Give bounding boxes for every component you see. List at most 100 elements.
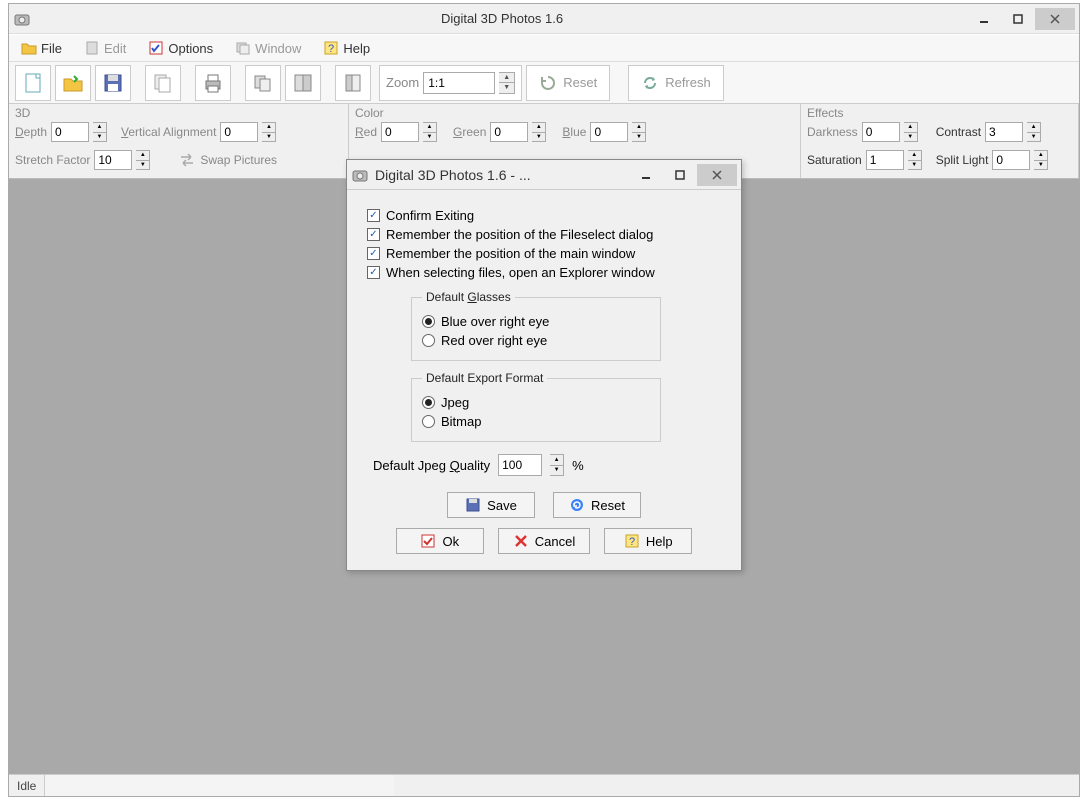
minimize-button[interactable]: [967, 8, 1001, 30]
titlebar: Digital 3D Photos 1.6: [9, 4, 1079, 34]
dialog-cancel-button[interactable]: Cancel: [498, 528, 590, 554]
chk-remember-mainwindow[interactable]: ✓: [367, 247, 380, 260]
contrast-input[interactable]: [985, 122, 1023, 142]
chk-explorer-label: When selecting files, open an Explorer w…: [386, 265, 655, 280]
dialog-minimize-button[interactable]: [629, 164, 663, 186]
split-input[interactable]: [992, 150, 1030, 170]
radio-jpeg-label: Jpeg: [441, 395, 469, 410]
blue-input[interactable]: [590, 122, 628, 142]
reset-icon: [569, 497, 585, 513]
panel-effects: Effects Darkness ▲▼ Contrast ▲▼ Saturati…: [801, 104, 1079, 178]
depth-label: Depth: [15, 125, 47, 139]
zoom-input[interactable]: [423, 72, 495, 94]
menu-edit-label: Edit: [104, 41, 126, 56]
menu-file[interactable]: File: [17, 38, 66, 58]
reset-button[interactable]: Reset: [526, 65, 610, 101]
open-button[interactable]: [55, 65, 91, 101]
zoom-label: Zoom: [386, 75, 419, 90]
fieldset-export: Default Export Format Jpeg Bitmap: [411, 371, 661, 442]
print-button[interactable]: [195, 65, 231, 101]
blue-label: Blue: [562, 125, 586, 139]
maximize-button[interactable]: [1001, 8, 1035, 30]
green-label: Green: [453, 125, 486, 139]
glasses-legend: Default Glasses: [422, 290, 515, 304]
darkness-label: Darkness: [807, 125, 858, 139]
valign-input[interactable]: [220, 122, 258, 142]
help-icon: ?: [624, 533, 640, 549]
saturation-input[interactable]: [866, 150, 904, 170]
depth-spinner[interactable]: ▲▼: [93, 122, 107, 142]
saturation-label: Saturation: [807, 153, 862, 167]
dialog-save-label: Save: [487, 498, 517, 513]
dialog-maximize-button[interactable]: [663, 164, 697, 186]
split-button[interactable]: [285, 65, 321, 101]
radio-red-right[interactable]: [422, 334, 435, 347]
dialog-ok-button[interactable]: Ok: [396, 528, 484, 554]
copy-button[interactable]: [145, 65, 181, 101]
new-button[interactable]: [15, 65, 51, 101]
reset-icon: [539, 74, 557, 92]
folder-icon: [21, 40, 37, 56]
chk-remember-fileselect[interactable]: ✓: [367, 228, 380, 241]
reset-label: Reset: [563, 75, 597, 90]
view-button[interactable]: [335, 65, 371, 101]
dialog-close-button[interactable]: [697, 164, 737, 186]
tile-button[interactable]: [245, 65, 281, 101]
menubar: File Edit Options Window ? Help: [9, 34, 1079, 62]
stretch-spinner[interactable]: ▲▼: [136, 150, 150, 170]
radio-blue-label: Blue over right eye: [441, 314, 549, 329]
help-icon: ?: [323, 40, 339, 56]
menu-options-label: Options: [168, 41, 213, 56]
jpeg-quality-input[interactable]: [498, 454, 542, 476]
red-input[interactable]: [381, 122, 419, 142]
radio-blue-right[interactable]: [422, 315, 435, 328]
toolbar: Zoom ▲▼ Reset Refresh: [9, 62, 1079, 104]
saturation-spinner[interactable]: ▲▼: [908, 150, 922, 170]
green-input[interactable]: [490, 122, 528, 142]
valign-spinner[interactable]: ▲▼: [262, 122, 276, 142]
chk-open-explorer[interactable]: ✓: [367, 266, 380, 279]
fieldset-glasses: Default Glasses Blue over right eye Red …: [411, 290, 661, 361]
window-title: Digital 3D Photos 1.6: [37, 11, 967, 26]
dialog-reset-button[interactable]: Reset: [553, 492, 641, 518]
split-spinner[interactable]: ▲▼: [1034, 150, 1048, 170]
dialog-save-button[interactable]: Save: [447, 492, 535, 518]
radio-bitmap[interactable]: [422, 415, 435, 428]
menu-window-label: Window: [255, 41, 301, 56]
dialog-help-button[interactable]: ? Help: [604, 528, 692, 554]
jpeg-quality-spinner[interactable]: ▲▼: [550, 454, 564, 476]
darkness-input[interactable]: [862, 122, 900, 142]
menu-options[interactable]: Options: [144, 38, 217, 58]
swap-button[interactable]: Swap Pictures: [200, 153, 277, 167]
zoom-group: Zoom ▲▼: [379, 65, 522, 101]
zoom-spinner[interactable]: ▲▼: [499, 72, 515, 94]
radio-red-label: Red over right eye: [441, 333, 547, 348]
close-button[interactable]: [1035, 8, 1075, 30]
menu-help[interactable]: ? Help: [319, 38, 374, 58]
contrast-spinner[interactable]: ▲▼: [1027, 122, 1041, 142]
options-dialog: Digital 3D Photos 1.6 - ... ✓ Confirm Ex…: [346, 159, 742, 571]
save-button[interactable]: [95, 65, 131, 101]
menu-window[interactable]: Window: [231, 38, 305, 58]
clipboard-icon: [84, 40, 100, 56]
refresh-button[interactable]: Refresh: [628, 65, 724, 101]
dialog-title: Digital 3D Photos 1.6 - ...: [375, 167, 629, 183]
menu-edit[interactable]: Edit: [80, 38, 130, 58]
save-icon: [465, 497, 481, 513]
svg-text:?: ?: [629, 536, 635, 548]
jpeg-quality-label: Default Jpeg Quality: [373, 458, 490, 473]
radio-jpeg[interactable]: [422, 396, 435, 409]
depth-input[interactable]: [51, 122, 89, 142]
chk-confirm-exiting[interactable]: ✓: [367, 209, 380, 222]
dialog-app-icon: [351, 166, 369, 184]
red-spinner[interactable]: ▲▼: [423, 122, 437, 142]
valign-label: Vertical Alignment: [121, 125, 216, 139]
blue-spinner[interactable]: ▲▼: [632, 122, 646, 142]
refresh-icon: [641, 74, 659, 92]
green-spinner[interactable]: ▲▼: [532, 122, 546, 142]
darkness-spinner[interactable]: ▲▼: [904, 122, 918, 142]
stretch-input[interactable]: [94, 150, 132, 170]
window-icon: [235, 40, 251, 56]
menu-file-label: File: [41, 41, 62, 56]
panel-3d: 3D Depth ▲▼ Vertical Alignment ▲▼ Stretc…: [9, 104, 349, 178]
